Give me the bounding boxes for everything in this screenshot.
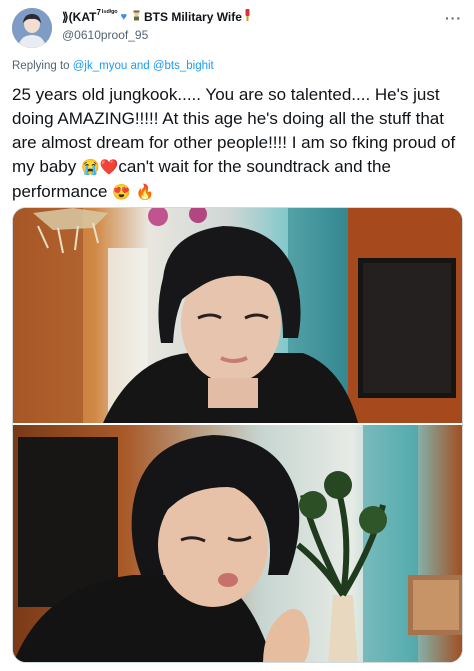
replying-to-and[interactable]: and bbox=[130, 60, 149, 72]
tweet-text: 25 years old jungkook..... You are so ta… bbox=[12, 83, 464, 205]
replying-to-prefix: Replying to bbox=[12, 60, 70, 72]
tweet-photo-1[interactable] bbox=[13, 208, 462, 423]
pin-icon bbox=[244, 9, 251, 24]
tweet-photo-2[interactable] bbox=[13, 425, 462, 662]
avatar-image bbox=[12, 8, 52, 48]
crying-face-icon: 😭 bbox=[80, 159, 100, 176]
blue-heart-icon: ♥ bbox=[120, 10, 128, 23]
photo-1-image bbox=[13, 208, 462, 423]
display-name-sup-indigo: ᴵⁿᵈⁱᵍᵒ bbox=[101, 8, 118, 17]
display-name-main: BTS Military Wife bbox=[144, 9, 242, 24]
display-name[interactable]: ⟫(KAT 7 ᴵⁿᵈⁱᵍᵒ ♥ BTS Military Wife bbox=[62, 8, 422, 24]
photo-2-image bbox=[13, 425, 462, 662]
display-name-sup-7: 7 bbox=[96, 8, 101, 17]
tweet-media bbox=[12, 207, 463, 663]
author-names: ⟫(KAT 7 ᴵⁿᵈⁱᵍᵒ ♥ BTS Military Wife @0610… bbox=[62, 8, 422, 42]
replying-to: Replying to @jk_myou and @bts_bighit bbox=[12, 60, 214, 72]
author-avatar[interactable] bbox=[12, 8, 52, 48]
mention-link-2[interactable]: @bts_bighit bbox=[153, 60, 214, 72]
mention-link-1[interactable]: @jk_myou bbox=[73, 60, 128, 72]
more-options-icon[interactable]: ··· bbox=[445, 10, 462, 26]
fire-icon: 🔥 bbox=[135, 184, 155, 201]
tweet-header: ⟫(KAT 7 ᴵⁿᵈⁱᵍᵒ ♥ BTS Military Wife @0610… bbox=[12, 8, 462, 50]
display-name-prefix: ⟫(KAT bbox=[62, 9, 97, 24]
red-heart-icon: ❤️ bbox=[99, 159, 119, 176]
author-handle[interactable]: @0610proof_95 bbox=[62, 28, 422, 42]
heart-eyes-icon: 😍 bbox=[112, 184, 131, 201]
tweet-card: ⟫(KAT 7 ᴵⁿᵈⁱᵍᵒ ♥ BTS Military Wife @0610… bbox=[0, 0, 474, 671]
soldier-icon bbox=[131, 10, 142, 24]
